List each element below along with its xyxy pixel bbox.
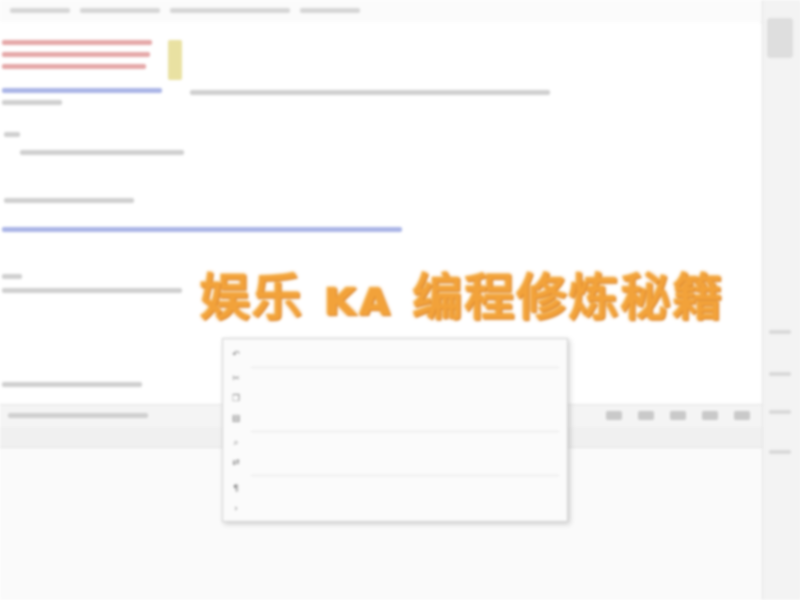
vertical-scrollbar[interactable] [762, 0, 800, 600]
copy-icon: ❐ [231, 394, 241, 404]
paste-icon: ▤ [231, 414, 241, 424]
context-menu[interactable]: ↶ ✂ ❐ ▤ ⌕ ⇄ ¶ › [222, 338, 568, 522]
code-line [2, 40, 152, 45]
menu-separator [251, 475, 559, 476]
title-text-fragment [300, 8, 360, 13]
scroll-marker [769, 410, 791, 414]
code-line [2, 227, 402, 232]
title-text-fragment [170, 8, 290, 13]
scrollbar-thumb[interactable] [767, 18, 793, 58]
code-line [2, 52, 150, 57]
context-menu-item[interactable]: ▤ [223, 409, 567, 429]
watermark-text: 娱乐 ᴋᴀ 编程修炼秘籍 [200, 269, 725, 327]
code-line [2, 382, 142, 387]
code-line [2, 100, 62, 105]
toolbar-button-icon[interactable] [702, 411, 718, 420]
scroll-marker [769, 450, 791, 454]
context-menu-item[interactable]: ↶ [223, 345, 567, 365]
toolbar-button-icon[interactable] [606, 411, 622, 420]
panel-title [8, 413, 148, 418]
code-line [2, 288, 182, 293]
toolbar-button-icon[interactable] [638, 411, 654, 420]
context-menu-item[interactable]: ⌕ [223, 433, 567, 453]
cut-icon: ✂ [232, 374, 240, 384]
code-line [4, 198, 134, 203]
code-line [2, 88, 162, 93]
code-line [2, 64, 146, 69]
code-line [2, 274, 22, 279]
code-line [190, 90, 550, 95]
scroll-marker [769, 372, 791, 376]
title-text-fragment [10, 8, 70, 13]
context-menu-item[interactable]: ¶ [223, 479, 567, 499]
format-icon: ¶ [233, 484, 239, 494]
toolbar-button-icon[interactable] [670, 411, 686, 420]
menu-separator [251, 367, 559, 368]
replace-icon: ⇄ [232, 458, 240, 468]
undo-icon: ↶ [232, 350, 240, 360]
context-menu-item[interactable]: ⇄ [223, 453, 567, 473]
context-menu-item[interactable]: › [223, 499, 567, 519]
code-line [4, 132, 20, 137]
code-highlight [168, 40, 182, 80]
title-text-fragment [80, 8, 160, 13]
scroll-marker [769, 330, 791, 334]
context-menu-item[interactable]: ✂ [223, 369, 567, 389]
more-icon: › [234, 504, 238, 514]
find-icon: ⌕ [233, 438, 239, 448]
menu-separator [251, 431, 559, 432]
code-line [20, 150, 184, 155]
window-title-bar [0, 0, 800, 23]
context-menu-item[interactable]: ❐ [223, 389, 567, 409]
toolbar-button-icon[interactable] [734, 411, 750, 420]
